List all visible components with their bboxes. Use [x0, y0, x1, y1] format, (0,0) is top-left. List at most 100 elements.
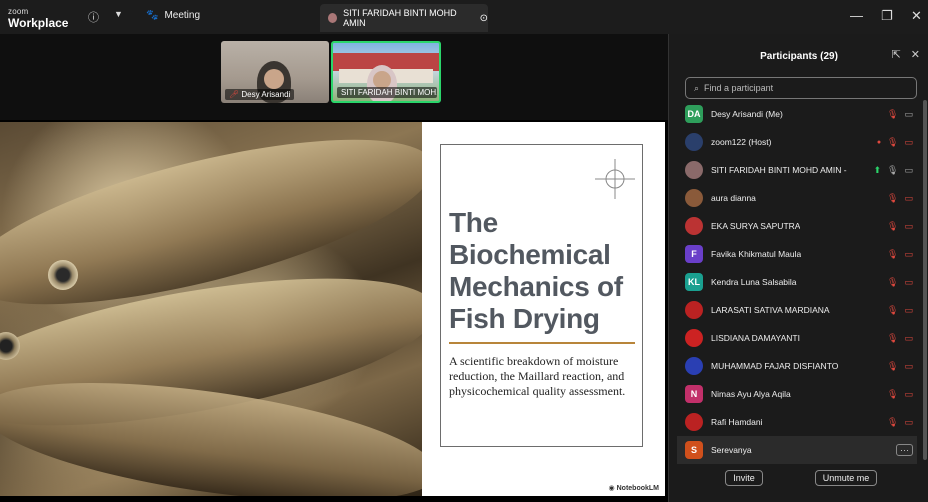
- title-bar: zoom Workplace ⓘ ▼ 🐾 Meeting SITI FARIDA…: [0, 0, 928, 34]
- participant-row[interactable]: N Nimas Ayu Alya Aqila 🎙︎ ▭: [677, 380, 917, 408]
- camera-off-icon: ▭: [904, 332, 913, 343]
- restore-icon[interactable]: ❐: [881, 8, 893, 24]
- participant-row[interactable]: aura dianna 🎙︎ ▭: [677, 184, 917, 212]
- camera-off-icon: ▭: [904, 360, 913, 371]
- pop-out-icon[interactable]: ⇱: [892, 48, 901, 61]
- participant-row[interactable]: Rafi Hamdani 🎙︎ ▭: [677, 408, 917, 436]
- camera-off-icon: ▭: [904, 192, 913, 203]
- video-strip: 🎤︎ Desy Arisandi SITI FARIDAH BINTI MOH.…: [0, 34, 668, 120]
- muted-mic-icon: 🎙︎: [887, 192, 899, 203]
- avatar: [685, 161, 703, 179]
- participant-row[interactable]: MUHAMMAD FAJAR DISFIANTO 🎙︎ ▭: [677, 352, 917, 380]
- dried-fish-photo: [0, 122, 422, 496]
- avatar: [685, 329, 703, 347]
- participant-name: Desy Arisandi (Me): [711, 109, 783, 119]
- participant-name: Favika Khikmatul Maula: [711, 249, 802, 259]
- participant-name: SITI FARIDAH BINTI MOHD AMIN -: [711, 165, 847, 175]
- avatar: N: [685, 385, 703, 403]
- muted-mic-icon: 🎙︎: [887, 108, 899, 119]
- avatar: KL: [685, 273, 703, 291]
- camera-off-icon: ▭: [904, 248, 913, 259]
- camera-off-icon: ▭: [904, 220, 913, 231]
- participant-name: MUHAMMAD FAJAR DISFIANTO: [711, 361, 839, 371]
- participant-row[interactable]: S Serevanya ···: [677, 436, 917, 464]
- participant-status-icons: 🎙︎ ▭: [887, 249, 913, 260]
- participant-name: zoom122 (Host): [711, 137, 772, 147]
- paw-icon: 🐾: [146, 10, 159, 21]
- avatar: F: [685, 245, 703, 263]
- muted-mic-icon: 🎙︎: [887, 416, 899, 427]
- participant-row[interactable]: LARASATI SATIVA MARDIANA 🎙︎ ▭: [677, 296, 917, 324]
- active-speaker-tab[interactable]: SITI FARIDAH BINTI MOHD AMIN ⊙: [320, 4, 488, 32]
- participant-name: EKA SURYA SAPUTRA: [711, 221, 801, 231]
- chevron-down-icon[interactable]: ▼: [114, 9, 123, 19]
- meeting-tab[interactable]: 🐾 Meeting: [146, 10, 200, 21]
- participant-row[interactable]: SITI FARIDAH BINTI MOHD AMIN - ⬆ 🎙︎ ▭: [677, 156, 917, 184]
- unmute-me-button[interactable]: Unmute me: [815, 470, 877, 486]
- meeting-tab-label: Meeting: [164, 10, 201, 21]
- camera-off-icon: ▭: [904, 304, 913, 315]
- close-panel-icon[interactable]: ✕: [911, 48, 920, 61]
- participant-name: Serevanya: [711, 445, 752, 455]
- participant-status-icons: 🎙︎ ▭: [887, 361, 913, 372]
- search-icon: ⌕: [694, 82, 700, 93]
- camera-off-icon: ▭: [904, 276, 913, 287]
- participants-panel: Participants (29) ⇱ ✕ ⌕ Find a participa…: [668, 34, 928, 502]
- close-icon[interactable]: ✕: [911, 8, 922, 24]
- camera-off-icon: ▭: [904, 416, 913, 427]
- participant-status-icons: 🎙︎ ▭: [887, 417, 913, 428]
- search-input[interactable]: ⌕ Find a participant: [685, 77, 917, 99]
- participant-name: Rafi Hamdani: [711, 417, 763, 427]
- avatar: [685, 133, 703, 151]
- title-card: The Biochemical Mechanics of Fish Drying…: [440, 144, 643, 447]
- camera-icon: ▭: [904, 164, 913, 175]
- participant-status-icons: 🎙︎ ▭: [887, 305, 913, 316]
- active-tab-label: SITI FARIDAH BINTI MOHD AMIN: [343, 8, 457, 28]
- muted-mic-icon: 🎙︎: [887, 248, 899, 259]
- participant-row[interactable]: F Favika Khikmatul Maula 🎙︎ ▭: [677, 240, 917, 268]
- participant-status-icons: 🎙︎ ▭: [887, 109, 913, 120]
- avatar: [685, 413, 703, 431]
- participant-row[interactable]: LISDIANA DAMAYANTI 🎙︎ ▭: [677, 324, 917, 352]
- participant-name: Kendra Luna Salsabila: [711, 277, 797, 287]
- muted-mic-icon: 🎙︎: [887, 276, 899, 287]
- slide-title: The Biochemical Mechanics of Fish Drying: [449, 207, 623, 334]
- minimize-icon[interactable]: —: [850, 8, 863, 23]
- info-icon[interactable]: ⓘ: [88, 9, 99, 25]
- participant-name: LARASATI SATIVA MARDIANA: [711, 305, 830, 315]
- active-video-tile[interactable]: SITI FARIDAH BINTI MOH...: [331, 41, 441, 103]
- participant-row[interactable]: KL Kendra Luna Salsabila 🎙︎ ▭: [677, 268, 917, 296]
- brand-small: zoom: [8, 7, 29, 16]
- muted-mic-icon: 🎙︎: [887, 220, 899, 231]
- scrollbar[interactable]: [923, 100, 927, 460]
- watermark-text: NotebookLM: [616, 485, 659, 492]
- panel-title: Participants (29): [760, 51, 838, 62]
- slide-subtitle: A scientific breakdown of moisture reduc…: [449, 354, 626, 398]
- participant-status-icons: 🎙︎ ▭: [887, 277, 913, 288]
- avatar: DA: [685, 105, 703, 123]
- avatar: [328, 13, 338, 23]
- participant-name: LISDIANA DAMAYANTI: [711, 333, 800, 343]
- notebooklm-logo-icon: ◉: [608, 485, 615, 492]
- muted-mic-icon: 🎤︎: [229, 90, 240, 99]
- more-options-icon[interactable]: ⊙: [480, 13, 488, 24]
- participant-status-icons: 🎙︎ ▭: [887, 221, 913, 232]
- participant-row[interactable]: DA Desy Arisandi (Me) 🎙︎ ▭: [677, 100, 917, 128]
- avatar: [685, 357, 703, 375]
- fish-eye: [48, 260, 78, 290]
- participant-status-icons: ···: [896, 444, 913, 456]
- muted-mic-icon: 🎙︎: [887, 332, 899, 343]
- camera-off-icon: ▭: [904, 136, 913, 147]
- muted-mic-icon: 🎙︎: [887, 360, 899, 371]
- more-options-button[interactable]: ···: [896, 444, 913, 456]
- participant-row[interactable]: zoom122 (Host) ● 🎙︎ ▭: [677, 128, 917, 156]
- participant-status-icons: 🎙︎ ▭: [887, 333, 913, 344]
- participant-status-icons: ● 🎙︎ ▭: [877, 137, 913, 148]
- avatar: [685, 189, 703, 207]
- video-tile[interactable]: 🎤︎ Desy Arisandi: [221, 41, 329, 103]
- participant-row[interactable]: EKA SURYA SAPUTRA 🎙︎ ▭: [677, 212, 917, 240]
- avatar: [685, 217, 703, 235]
- invite-button[interactable]: Invite: [725, 470, 763, 486]
- camera-icon: ▭: [904, 108, 913, 119]
- watermark: ◉ NotebookLM: [609, 484, 659, 492]
